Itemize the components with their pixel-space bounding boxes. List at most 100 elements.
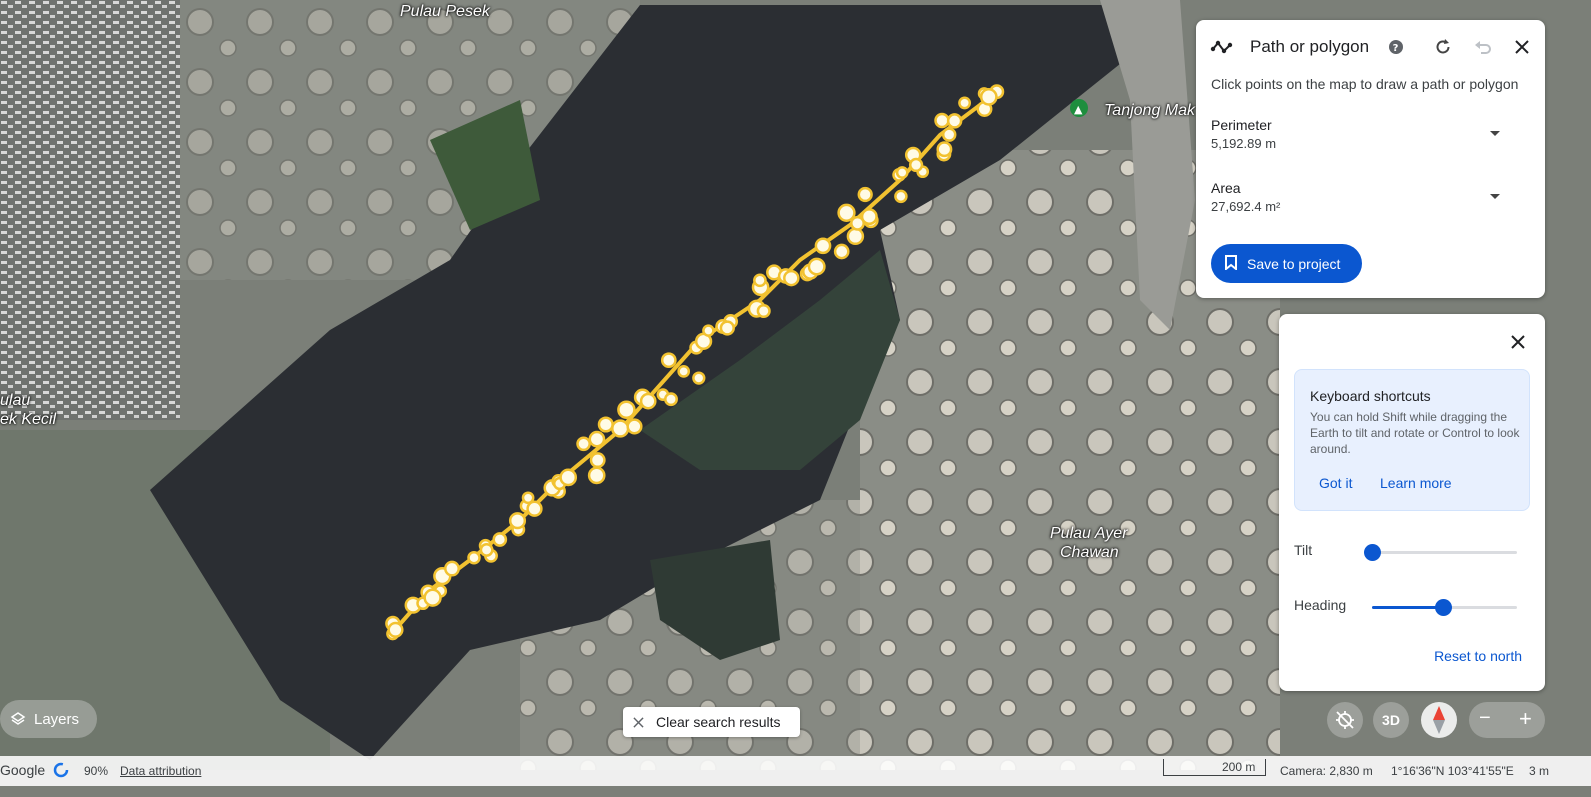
path-icon bbox=[1210, 35, 1234, 59]
close-icon[interactable] bbox=[1506, 330, 1530, 354]
path-vertex[interactable] bbox=[660, 352, 677, 369]
path-vertex[interactable] bbox=[617, 400, 636, 419]
path-vertex[interactable] bbox=[559, 468, 578, 487]
path-vertex[interactable] bbox=[860, 208, 878, 226]
path-vertex[interactable] bbox=[756, 303, 771, 319]
path-vertex[interactable] bbox=[958, 96, 972, 110]
learn-more-link[interactable]: Learn more bbox=[1380, 475, 1452, 491]
path-vertex[interactable] bbox=[692, 371, 706, 385]
progress-percent: 90% bbox=[84, 764, 109, 778]
path-vertex[interactable] bbox=[833, 243, 850, 260]
compass-button[interactable] bbox=[1421, 702, 1457, 738]
clear-search-results-button[interactable]: Clear search results bbox=[623, 707, 800, 737]
heading-fill bbox=[1372, 606, 1444, 609]
perimeter-label: Perimeter bbox=[1211, 117, 1272, 133]
panel-title: Path or polygon bbox=[1250, 37, 1370, 56]
path-vertex[interactable] bbox=[664, 392, 678, 407]
heading-slider[interactable] bbox=[1372, 599, 1517, 616]
zoom-controls: − + bbox=[1469, 702, 1545, 738]
tilt-slider[interactable] bbox=[1364, 544, 1517, 561]
no-location-button[interactable] bbox=[1327, 702, 1363, 738]
save-to-project-button[interactable]: Save to project bbox=[1211, 244, 1362, 283]
layers-label: Layers bbox=[34, 710, 80, 728]
got-it-link[interactable]: Got it bbox=[1319, 475, 1352, 491]
help-icon[interactable]: ? bbox=[1384, 35, 1408, 59]
save-label: Save to project bbox=[1247, 255, 1341, 272]
path-vertex[interactable] bbox=[857, 186, 873, 203]
path-vertex[interactable] bbox=[936, 141, 953, 158]
path-vertex[interactable] bbox=[946, 113, 963, 129]
path-vertex[interactable] bbox=[508, 512, 527, 530]
path-vertex[interactable] bbox=[908, 157, 924, 173]
path-vertex[interactable] bbox=[492, 532, 508, 547]
tip-title: Keyboard shortcuts bbox=[1310, 388, 1431, 404]
path-vertex[interactable] bbox=[526, 500, 543, 517]
heading-thumb[interactable] bbox=[1435, 599, 1453, 616]
path-vertex[interactable] bbox=[941, 127, 957, 142]
reset-to-north-link[interactable]: Reset to north bbox=[1434, 648, 1522, 664]
path-vertex[interactable] bbox=[702, 324, 715, 337]
path-vertex[interactable] bbox=[597, 416, 614, 433]
path-vertex[interactable] bbox=[639, 392, 657, 410]
path-vertex[interactable] bbox=[589, 452, 606, 469]
scale-label: 200 m bbox=[1222, 760, 1256, 774]
svg-text:▲: ▲ bbox=[1074, 103, 1083, 116]
path-vertex[interactable] bbox=[387, 621, 404, 638]
perimeter-row[interactable]: Perimeter 5,192.89 m bbox=[1211, 117, 1531, 151]
path-vertex[interactable] bbox=[626, 418, 643, 435]
area-label: Area bbox=[1211, 180, 1241, 196]
keyboard-shortcuts-tip: Keyboard shortcuts You can hold Shift wh… bbox=[1294, 369, 1530, 511]
location-off-icon bbox=[1334, 709, 1356, 731]
path-vertex[interactable] bbox=[894, 189, 908, 204]
path-vertex[interactable] bbox=[444, 560, 460, 577]
map-label-pulau-kecil-2: ek Kecil bbox=[0, 411, 57, 428]
path-vertex[interactable] bbox=[423, 588, 442, 607]
path-vertex[interactable] bbox=[753, 273, 767, 288]
close-icon bbox=[633, 716, 644, 728]
path-vertex[interactable] bbox=[576, 436, 591, 452]
chevron-down-icon[interactable] bbox=[1489, 125, 1501, 143]
path-vertex[interactable] bbox=[783, 269, 800, 287]
map-label-tanjong: Tanjong Mak bbox=[1104, 102, 1196, 119]
tilt-thumb[interactable] bbox=[1364, 544, 1381, 561]
path-polygon-panel: Path or polygon ? Click points on the ma… bbox=[1196, 20, 1545, 298]
zoom-out-button[interactable]: − bbox=[1479, 707, 1491, 730]
path-vertex[interactable] bbox=[588, 430, 606, 448]
close-icon[interactable] bbox=[1510, 35, 1534, 59]
undo-icon[interactable] bbox=[1471, 35, 1495, 59]
path-vertex[interactable] bbox=[979, 88, 998, 106]
coordinates: 1°16'36"N 103°41'55"E bbox=[1391, 764, 1514, 778]
compass-icon bbox=[1432, 706, 1446, 734]
elevation: 3 m bbox=[1529, 764, 1550, 778]
chevron-down-icon[interactable] bbox=[1489, 188, 1501, 206]
path-vertex[interactable] bbox=[611, 419, 630, 438]
perimeter-value: 5,192.89 m bbox=[1211, 136, 1277, 151]
google-logo: Google bbox=[0, 762, 46, 778]
path-vertex[interactable] bbox=[846, 227, 865, 246]
map-label-pulau-pesek: Pulau Pesek bbox=[400, 3, 490, 20]
heading-label: Heading bbox=[1294, 597, 1347, 613]
path-vertex[interactable] bbox=[677, 365, 691, 378]
path-vertex[interactable] bbox=[587, 466, 606, 485]
path-vertex[interactable] bbox=[814, 237, 832, 255]
instruction-text: Click points on the map to draw a path o… bbox=[1211, 76, 1519, 92]
svg-text:?: ? bbox=[1393, 43, 1399, 54]
loading-icon bbox=[53, 762, 69, 781]
path-vertex[interactable] bbox=[895, 166, 909, 179]
path-vertex[interactable] bbox=[934, 112, 950, 129]
area-row[interactable]: Area 27,692.4 m² bbox=[1211, 180, 1531, 214]
path-vertex[interactable] bbox=[467, 550, 481, 565]
3d-toggle-button[interactable]: 3D bbox=[1373, 702, 1409, 738]
layers-button[interactable]: Layers bbox=[0, 700, 97, 738]
zoom-in-button[interactable]: + bbox=[1519, 706, 1532, 732]
redo-icon[interactable] bbox=[1431, 35, 1455, 59]
area-value: 27,692.4 m² bbox=[1211, 199, 1281, 214]
path-vertex[interactable] bbox=[479, 542, 494, 557]
navigation-panel: Keyboard shortcuts You can hold Shift wh… bbox=[1279, 314, 1545, 691]
path-vertex[interactable] bbox=[807, 257, 826, 276]
map-label-ayer-chawan-2: Chawan bbox=[1060, 544, 1119, 561]
map-label-pulau-kecil-1: ulau bbox=[0, 392, 31, 409]
data-attribution-link[interactable]: Data attribution bbox=[120, 764, 201, 778]
bookmark-icon bbox=[1225, 254, 1237, 273]
path-vertex[interactable] bbox=[719, 320, 735, 336]
